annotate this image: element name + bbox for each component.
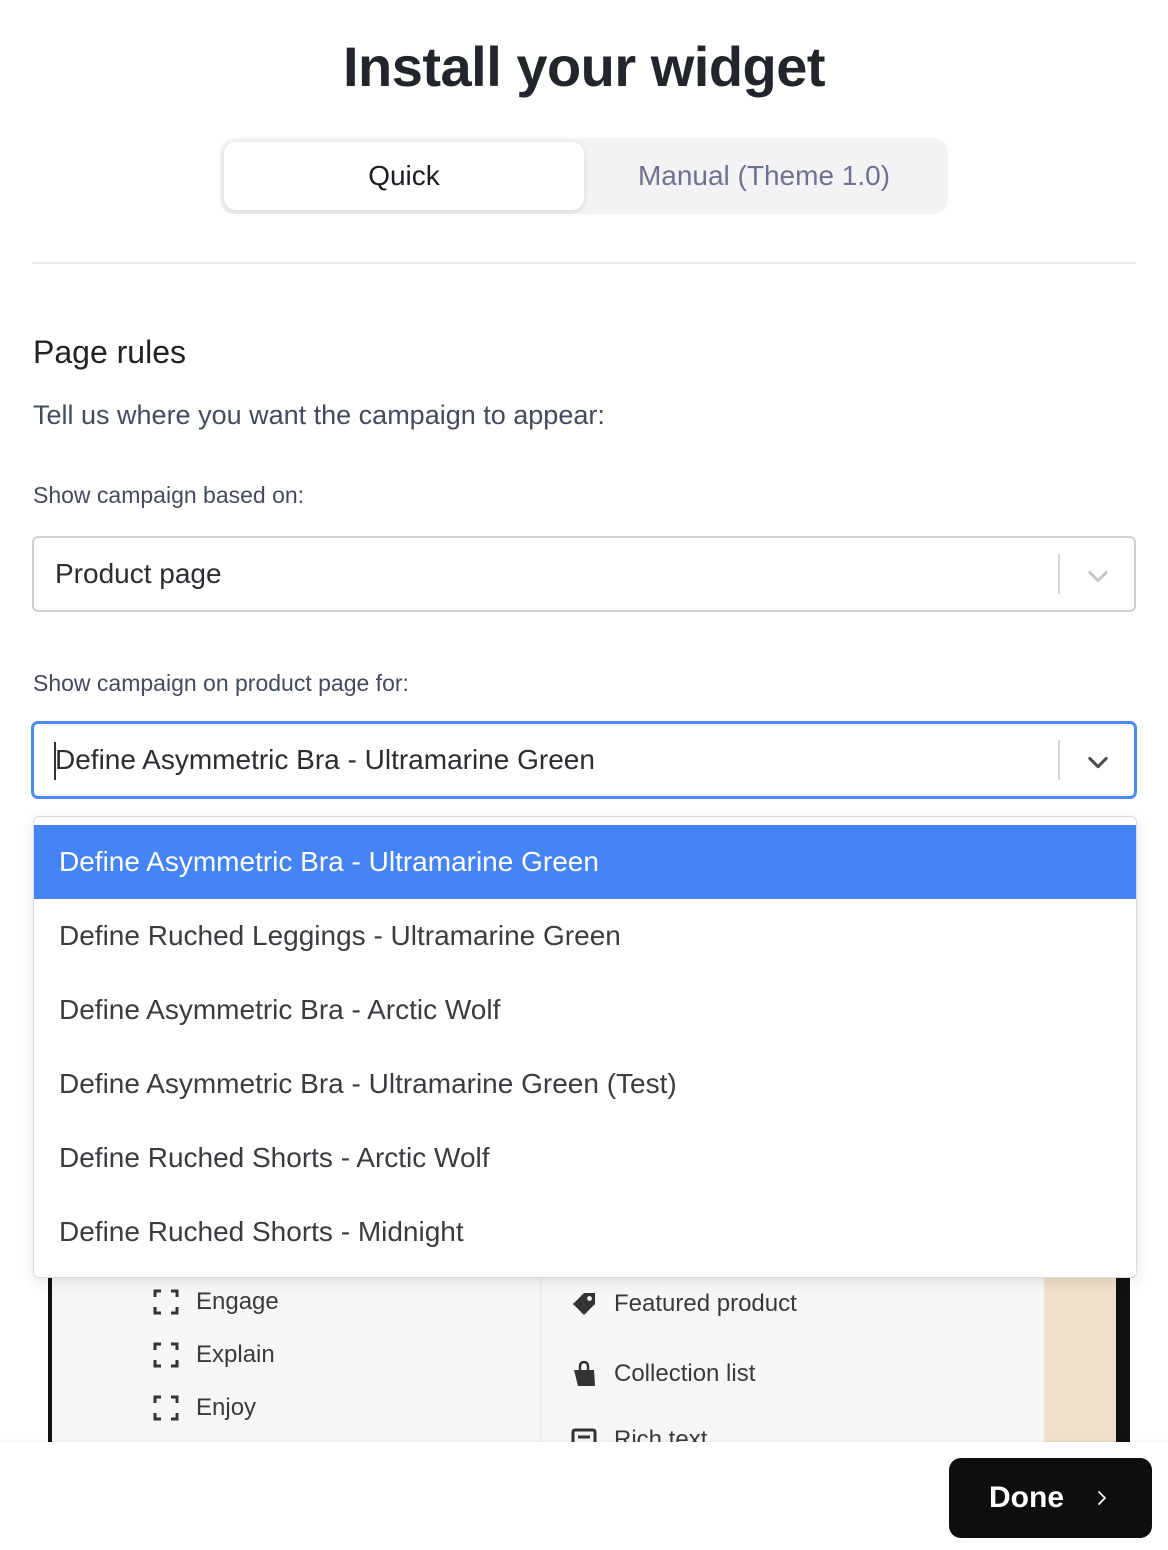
preview-item-featured-product: Featured product	[570, 1290, 797, 1318]
shopping-bag-icon	[574, 1360, 595, 1386]
chevron-down-icon[interactable]	[1084, 748, 1112, 776]
chevron-right-icon	[1098, 1491, 1106, 1505]
preview-item-explain: Explain	[152, 1341, 275, 1369]
select-separator	[1058, 554, 1060, 594]
based-on-select[interactable]: Product page	[32, 536, 1136, 612]
dropdown-option[interactable]: Define Ruched Shorts - Arctic Wolf	[34, 1121, 1136, 1195]
preview-item-enjoy: Enjoy	[152, 1394, 256, 1422]
page-title: Install your widget	[342, 35, 826, 98]
based-on-label: Show campaign based on:	[33, 482, 305, 508]
frame-icon	[153, 1395, 179, 1421]
tab-manual[interactable]: Manual (Theme 1.0)	[584, 142, 944, 210]
preview-item-engage: Engage	[152, 1288, 279, 1316]
done-button[interactable]: Done	[949, 1458, 1152, 1538]
preview-item-label: Engage	[196, 1288, 279, 1315]
preview-item-label: Explain	[196, 1341, 275, 1368]
dropdown-option[interactable]: Define Asymmetric Bra - Ultramarine Gree…	[34, 1047, 1136, 1121]
preview-item-label: Enjoy	[196, 1394, 257, 1421]
section-description: Tell us where you want the campaign to a…	[33, 400, 605, 430]
dropdown-option[interactable]: Define Ruched Leggings - Ultramarine Gre…	[34, 899, 1136, 973]
preview-item-label: Collection list	[614, 1360, 756, 1387]
preview-column-divider	[540, 1270, 542, 1444]
product-dropdown-menu: Define Asymmetric Bra - Ultramarine Gree…	[33, 816, 1137, 1278]
chevron-down-icon	[1088, 571, 1108, 583]
product-label: Show campaign on product page for:	[33, 670, 409, 696]
tag-icon	[573, 1293, 595, 1315]
done-button-label: Done	[989, 1481, 1064, 1514]
dropdown-option[interactable]: Define Asymmetric Bra - Ultramarine Gree…	[34, 825, 1136, 899]
frame-icon	[153, 1289, 179, 1315]
divider	[32, 262, 1136, 264]
product-value: Define Asymmetric Bra - Ultramarine Gree…	[55, 744, 595, 775]
product-select[interactable]: Define Asymmetric Bra - Ultramarine Gree…	[32, 722, 1136, 798]
select-separator	[1058, 740, 1060, 780]
tab-quick[interactable]: Quick	[224, 142, 584, 210]
dropdown-option[interactable]: Define Asymmetric Bra - Arctic Wolf	[34, 973, 1136, 1047]
install-mode-toggle: Quick Manual (Theme 1.0)	[220, 138, 948, 214]
dropdown-option[interactable]: Define Ruched Shorts - Midnight	[34, 1195, 1136, 1269]
preview-item-label: Featured product	[614, 1290, 797, 1317]
preview-side-panel	[1044, 1270, 1116, 1444]
frame-icon	[153, 1342, 179, 1368]
preview-item-collection-list: Collection list	[570, 1360, 755, 1388]
theme-editor-preview: Engage Explain Enjoy Featured product Co…	[48, 1270, 1130, 1444]
section-title: Page rules	[33, 334, 186, 370]
based-on-value: Product page	[55, 558, 222, 589]
